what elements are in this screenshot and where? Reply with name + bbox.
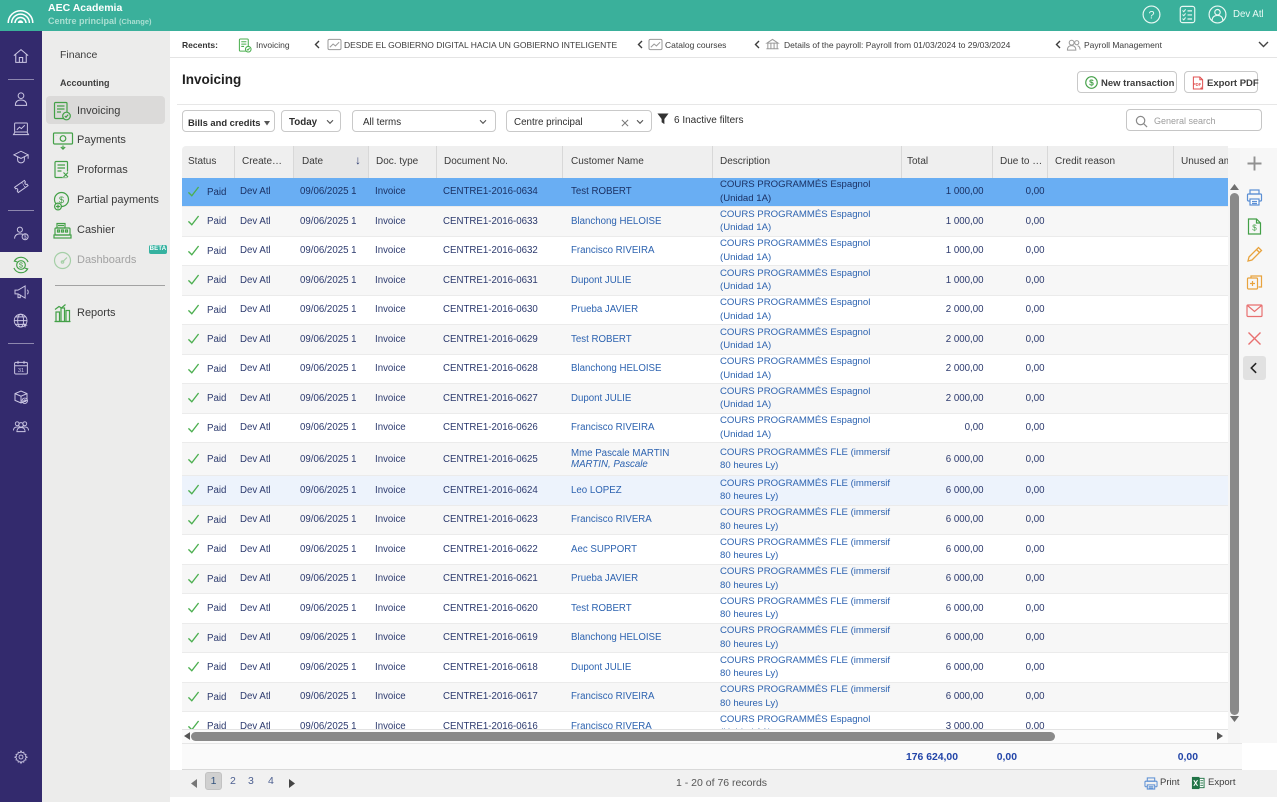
svg-text:?: ? xyxy=(1148,10,1154,22)
svg-text:$: $ xyxy=(1089,78,1094,88)
svg-text:PDF: PDF xyxy=(1193,82,1202,87)
svg-text:31: 31 xyxy=(18,368,24,374)
svg-text:$: $ xyxy=(1252,224,1257,233)
svg-text:$: $ xyxy=(24,235,27,241)
